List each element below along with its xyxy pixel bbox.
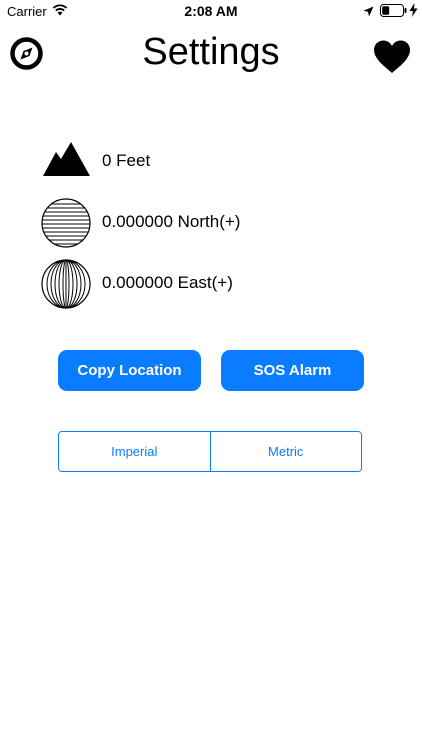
mountain-icon <box>40 136 92 183</box>
status-bar: Carrier 2:08 AM <box>0 0 422 22</box>
altitude-row: 0 Feet <box>40 136 380 188</box>
page-title: Settings <box>142 31 280 73</box>
latitude-globe-icon <box>40 197 92 254</box>
sos-alarm-button[interactable]: SOS Alarm <box>221 350 364 391</box>
segment-metric[interactable]: Metric <box>209 432 361 471</box>
location-arrow-icon <box>363 4 374 22</box>
latitude-value: 0.000000 North(+) <box>102 212 241 231</box>
charging-icon <box>409 3 418 22</box>
latitude-row: 0.000000 North(+) <box>40 197 380 249</box>
longitude-row: 0.000000 East(+) <box>40 258 380 310</box>
altitude-value: 0 Feet <box>102 151 151 170</box>
status-time: 2:08 AM <box>184 3 238 19</box>
heart-icon[interactable] <box>372 39 412 80</box>
battery-icon <box>380 4 407 22</box>
segment-imperial[interactable]: Imperial <box>59 432 210 471</box>
units-segmented-control: Imperial Metric <box>58 431 362 472</box>
longitude-value: 0.000000 East(+) <box>102 273 233 292</box>
longitude-globe-icon <box>40 258 92 315</box>
copy-location-button[interactable]: Copy Location <box>58 350 201 391</box>
